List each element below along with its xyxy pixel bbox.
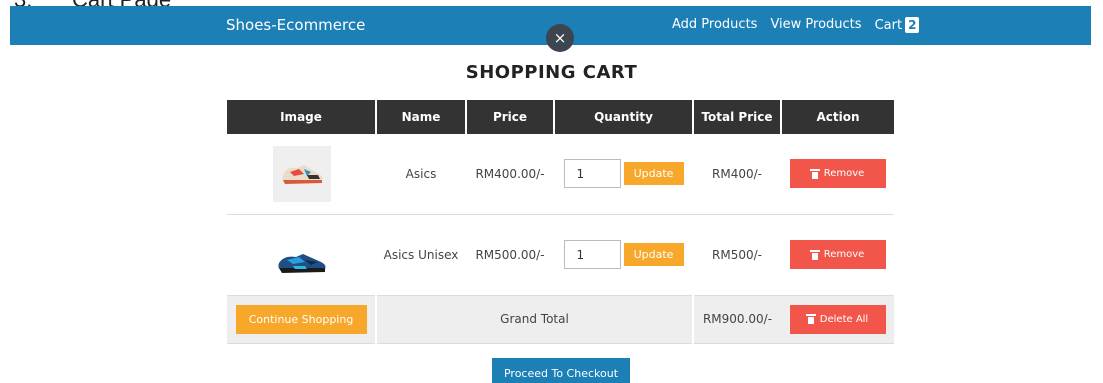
grand-total-value: RM900.00/- (693, 295, 781, 344)
column-header-name: Name (376, 100, 467, 134)
column-header-quantity: Quantity (554, 100, 694, 134)
action-cell: Remove (781, 214, 894, 296)
product-image-cell (227, 214, 376, 296)
cart-table: Image Name Price Quantity Total Price Ac… (227, 100, 894, 344)
nav-add-products[interactable]: Add Products (672, 17, 757, 33)
column-header-total-price: Total Price (693, 100, 782, 134)
column-header-image: Image (227, 100, 377, 134)
grand-total-row: Continue Shopping Grand Total RM900.00/-… (227, 295, 894, 344)
nav-links: Add Products View Products Cart 2 (672, 17, 920, 33)
quantity-cell: Update (554, 214, 693, 296)
table-row: Asics RM400.00/- Update RM400/- Remove (227, 134, 894, 215)
page-title: SHOPPING CART (465, 62, 638, 83)
product-price: RM500.00/- (466, 214, 554, 296)
update-button[interactable]: Update (623, 162, 684, 186)
column-header-price: Price (466, 100, 555, 134)
shoe-image-icon (277, 253, 325, 273)
table-row: Asics Unisex RM500.00/- Update RM500/- R… (227, 214, 894, 296)
nav-cart-label: Cart (874, 17, 903, 33)
product-image (273, 227, 331, 283)
trash-icon (805, 314, 816, 324)
close-icon[interactable]: × (546, 24, 574, 52)
table-header-row: Image Name Price Quantity Total Price Ac… (227, 100, 894, 134)
remove-button[interactable]: Remove (789, 159, 886, 189)
remove-label: Remove (823, 249, 865, 260)
product-name: Asics Unisex (376, 214, 466, 296)
item-total-price: RM400/- (693, 134, 781, 215)
nav-cart[interactable]: Cart 2 (875, 17, 920, 33)
update-button[interactable]: Update (623, 243, 684, 266)
continue-shopping-button[interactable]: Continue Shopping (235, 304, 367, 334)
product-image-cell (227, 134, 376, 215)
brand-link[interactable]: Shoes-Ecommerce (226, 16, 365, 34)
remove-label: Remove (823, 168, 865, 180)
cart-count-badge: 2 (905, 17, 920, 33)
remove-button[interactable]: Remove (789, 240, 886, 269)
proceed-to-checkout-button[interactable]: Proceed To Checkout (492, 358, 630, 383)
product-image (272, 145, 331, 202)
action-cell: Remove (781, 134, 894, 215)
nav-view-products[interactable]: View Products (770, 17, 861, 33)
shoe-image-icon (281, 164, 323, 184)
quantity-input[interactable] (563, 240, 621, 269)
quantity-cell: Update (554, 134, 693, 215)
column-header-action: Action (781, 100, 894, 134)
continue-cell: Continue Shopping (227, 295, 376, 344)
quantity-input[interactable] (563, 159, 621, 189)
trash-icon (809, 249, 820, 260)
delete-all-button[interactable]: Delete All (789, 304, 886, 334)
grand-total-label: Grand Total (375, 295, 694, 344)
delete-all-label: Delete All (819, 313, 869, 325)
product-name: Asics (376, 134, 466, 215)
delete-all-cell: Delete All (781, 295, 894, 344)
item-total-price: RM500/- (693, 214, 781, 296)
product-price: RM400.00/- (466, 134, 554, 215)
trash-icon (809, 168, 820, 179)
